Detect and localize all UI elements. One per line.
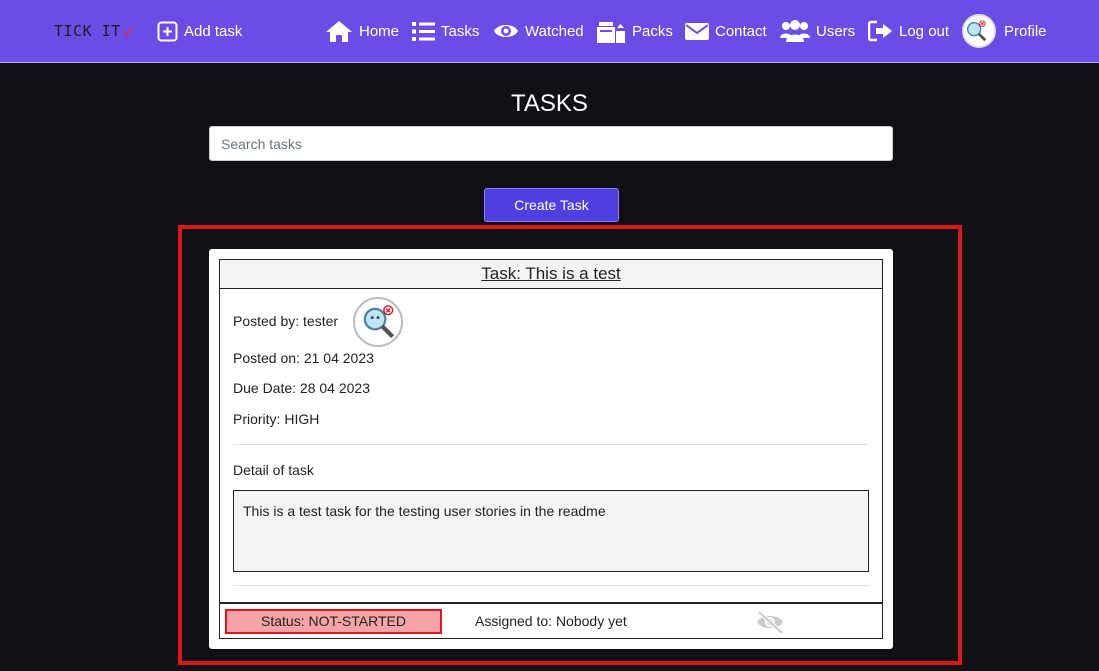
nav-watched-label: Watched bbox=[525, 22, 584, 40]
detail-text: This is a test task for the testing user… bbox=[233, 490, 869, 572]
boxes-icon bbox=[597, 22, 625, 43]
assigned-to: Assigned to: Nobody yet bbox=[475, 613, 627, 629]
plus-square-icon bbox=[157, 21, 178, 41]
nav-tasks[interactable]: Tasks bbox=[412, 16, 479, 46]
envelope-icon bbox=[685, 22, 709, 40]
task-title[interactable]: Task: This is a test bbox=[220, 260, 882, 289]
eye-slash-icon[interactable] bbox=[755, 610, 785, 634]
nav-home[interactable]: Home bbox=[325, 16, 399, 46]
house-icon bbox=[326, 21, 352, 42]
logout-icon bbox=[868, 20, 892, 42]
nav-packs[interactable]: Packs bbox=[596, 16, 673, 46]
magnifier-avatar-icon bbox=[363, 305, 395, 339]
nav-add-task-label: Add task bbox=[184, 22, 243, 40]
nav-tasks-label: Tasks bbox=[441, 22, 480, 40]
task-card: Task: This is a test Posted by: tester P… bbox=[209, 249, 893, 649]
brand-name: TICK IT bbox=[54, 22, 121, 40]
nav-home-label: Home bbox=[359, 22, 400, 40]
status-badge: Status: NOT-STARTED bbox=[225, 609, 442, 634]
priority: Priority: HIGH bbox=[233, 411, 320, 427]
task-card-inner: Task: This is a test Posted by: tester P… bbox=[219, 259, 883, 639]
list-icon bbox=[412, 21, 435, 41]
nav-watched[interactable]: Watched bbox=[493, 16, 584, 46]
divider bbox=[233, 585, 869, 586]
users-icon bbox=[780, 20, 810, 42]
nav-add-task[interactable]: Add task bbox=[157, 16, 242, 46]
search-input[interactable] bbox=[209, 126, 893, 161]
nav-logout-label: Log out bbox=[899, 22, 950, 40]
nav-packs-label: Packs bbox=[632, 22, 673, 40]
magnifier-avatar-icon bbox=[967, 20, 987, 42]
nav-profile-label: Profile bbox=[1004, 22, 1047, 40]
nav-profile[interactable]: Profile bbox=[962, 12, 1047, 50]
page-title: TASKS bbox=[511, 90, 588, 117]
due-date: Due Date: 28 04 2023 bbox=[233, 380, 370, 396]
posted-on: Posted on: 21 04 2023 bbox=[233, 350, 374, 366]
eye-icon bbox=[494, 25, 518, 37]
create-task-button[interactable]: Create Task bbox=[484, 188, 619, 222]
navbar: TICK IT ✓ Add task Home Tasks Watched Pa… bbox=[0, 0, 1099, 63]
owner-avatar[interactable] bbox=[353, 297, 403, 347]
detail-label: Detail of task bbox=[233, 462, 314, 478]
task-footer: Status: NOT-STARTED Assigned to: Nobody … bbox=[220, 602, 882, 638]
brand-logo[interactable]: TICK IT ✓ bbox=[54, 19, 136, 43]
nav-users[interactable]: Users bbox=[780, 16, 855, 46]
divider bbox=[233, 444, 869, 445]
nav-logout[interactable]: Log out bbox=[868, 16, 949, 46]
avatar bbox=[962, 14, 996, 48]
nav-contact-label: Contact bbox=[715, 22, 767, 40]
posted-by: Posted by: tester bbox=[233, 313, 339, 329]
nav-contact[interactable]: Contact bbox=[685, 16, 767, 46]
nav-users-label: Users bbox=[816, 22, 856, 40]
brand-check-icon: ✓ bbox=[122, 19, 136, 43]
